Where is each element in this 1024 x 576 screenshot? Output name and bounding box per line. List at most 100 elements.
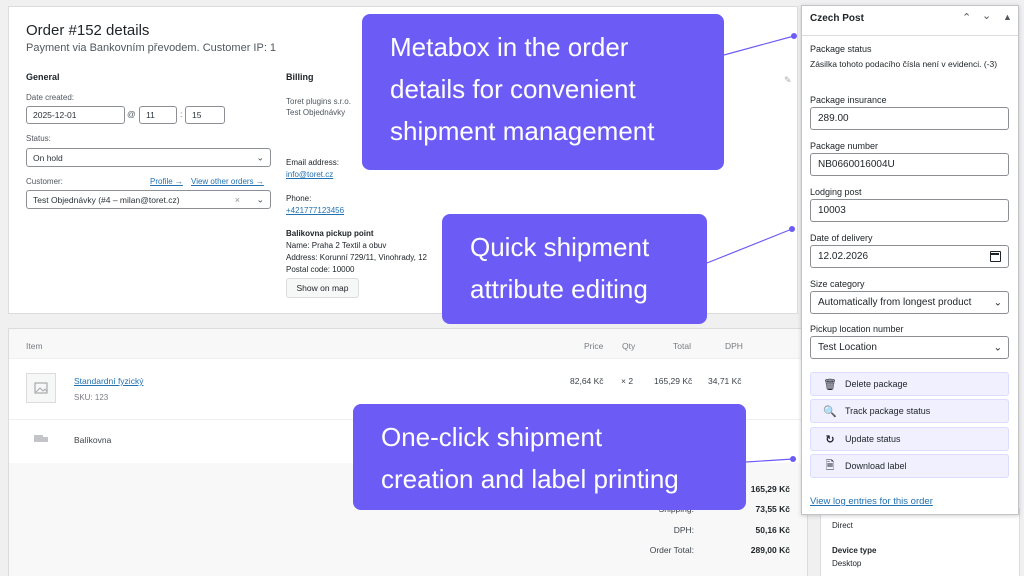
order-subtitle: Payment via Bankovním převodem. Customer… (26, 42, 277, 54)
dph-value: 50,16 Kč (755, 525, 791, 535)
date-created-label: Date created: (26, 93, 75, 102)
product-price: 82,64 Kč (570, 376, 604, 386)
trash-icon: 🗑 (823, 378, 837, 391)
customer-label: Customer: (26, 177, 63, 186)
customer-value: Test Objednávky (#4 – milan@toret.cz) (33, 194, 180, 205)
order-title: Order #152 details (26, 22, 150, 39)
product-dph: 34,71 Kč (708, 376, 742, 386)
chevron-down-icon: ⌄ (256, 152, 264, 162)
phone-label: Phone: (286, 194, 312, 203)
billing-line: Test Objednávky (286, 108, 346, 117)
col-qty: Qty (622, 341, 636, 351)
callout-attribute-editing: Quick shipment attribute editing (442, 214, 707, 324)
product-sku: SKU: 123 (74, 393, 109, 402)
billing-line: Toret plugins s.r.o. (286, 97, 351, 106)
callout-line: shipment management (390, 116, 655, 146)
pickup-name: Name: Praha 2 Textil a obuv (286, 241, 387, 250)
chevron-down-icon: ⌄ (991, 297, 1002, 308)
view-log-link[interactable]: View log entries for this order (810, 496, 933, 507)
update-status-label: Update status (845, 434, 901, 444)
track-package-label: Track package status (845, 406, 931, 416)
device-type-label: Device type (832, 546, 877, 555)
chevron-down-icon: ⌄ (991, 342, 1002, 353)
pickup-location-value: Test Location (818, 342, 877, 353)
pickup-postal: Postal code: 10000 (286, 265, 355, 274)
dph-label: DPH: (673, 525, 694, 535)
date-created-input[interactable]: 2025-12-01 (26, 106, 125, 124)
callout-line: One-click shipment (381, 422, 603, 452)
email-label: Email address: (286, 158, 339, 167)
update-status-button[interactable]: ↻ Update status (810, 427, 1009, 451)
chevron-down-icon: ⌄ (256, 194, 264, 204)
date-of-delivery-value: 12.02.2026 (818, 251, 869, 262)
edit-pencil-icon[interactable]: ✎ (784, 75, 792, 86)
callout-line: attribute editing (470, 274, 648, 304)
date-of-delivery-input[interactable]: 12.02.2026 (810, 245, 1009, 268)
callout-line: Metabox in the order (390, 32, 629, 62)
order-total-value: 289,00 Kč (750, 545, 790, 555)
metabox-title: Czech Post (810, 13, 864, 24)
at-sign: @ (127, 109, 136, 119)
callout-label-printing: One-click shipment creation and label pr… (353, 404, 746, 510)
toggle-panel-icon[interactable]: ▲ (1003, 12, 1012, 22)
delete-package-label: Delete package (845, 379, 908, 389)
package-status-label: Package status (810, 44, 872, 54)
callout-line: Quick shipment (470, 232, 650, 262)
size-category-label: Size category (810, 279, 865, 289)
view-other-orders-link[interactable]: View other orders → (191, 177, 264, 186)
col-item: Item (26, 341, 43, 351)
size-category-select[interactable]: Automatically from longest product ⌄ (810, 291, 1009, 314)
move-up-icon[interactable]: ⌃ (962, 11, 971, 24)
status-select[interactable]: On hold ⌄ (26, 148, 271, 167)
email-link[interactable]: info@toret.cz (286, 170, 333, 179)
download-label-button[interactable]: 🗎 Download label (810, 454, 1009, 478)
order-attribution-panel: Direct Device type Desktop (820, 508, 1020, 576)
shipping-method-name: Balíkovna (74, 435, 112, 445)
callout-metabox: Metabox in the order details for conveni… (362, 14, 724, 170)
package-insurance-label: Package insurance (810, 95, 887, 105)
package-number-label: Package number (810, 141, 879, 151)
device-type-value: Desktop (832, 559, 862, 568)
phone-link[interactable]: +421777123456 (286, 206, 344, 215)
pickup-address: Address: Korunní 729/11, Vinohrady, 12 (286, 253, 427, 262)
calendar-icon[interactable] (990, 251, 1001, 262)
callout-line: details for convenient (390, 74, 636, 104)
col-dph: DPH (725, 341, 743, 351)
minute-input[interactable]: 15 (185, 106, 225, 124)
lodging-post-input[interactable]: 10003 (810, 199, 1009, 222)
time-colon: : (180, 109, 183, 119)
czech-post-metabox: Czech Post ⌃ ⌄ ▲ Package status Zásilka … (801, 5, 1019, 515)
size-category-value: Automatically from longest product (818, 297, 972, 308)
pickup-location-label: Pickup location number (810, 324, 904, 334)
clear-icon[interactable]: × (235, 195, 240, 205)
profile-link[interactable]: Profile → (150, 177, 183, 186)
product-total: 165,29 Kč (654, 376, 693, 386)
order-total-label: Order Total: (649, 545, 694, 555)
track-package-button[interactable]: 🔍 Track package status (810, 399, 1009, 423)
product-qty: × 2 (621, 376, 634, 386)
metabox-divider (802, 35, 1018, 36)
status-value: On hold (33, 152, 63, 163)
hour-input[interactable]: 11 (139, 106, 177, 124)
pickup-location-select[interactable]: Test Location ⌄ (810, 336, 1009, 359)
truck-icon (34, 435, 48, 442)
package-number-input[interactable]: NB0660016004U (810, 153, 1009, 176)
product-thumbnail (26, 373, 56, 403)
callout-line: creation and label printing (381, 464, 679, 494)
billing-heading: Billing (286, 72, 314, 82)
search-icon: 🔍 (823, 405, 837, 418)
pickup-heading: Balikovna pickup point (286, 229, 374, 238)
move-down-icon[interactable]: ⌄ (982, 9, 991, 22)
general-heading: General (26, 72, 60, 82)
lodging-post-label: Lodging post (810, 187, 862, 197)
product-name-link[interactable]: Standardní fyzický (74, 376, 143, 386)
col-price: Price (584, 341, 604, 351)
origin-value: Direct (832, 521, 853, 530)
show-on-map-button[interactable]: Show on map (286, 278, 359, 298)
package-insurance-input[interactable]: 289.00 (810, 107, 1009, 130)
image-placeholder-icon (34, 382, 48, 394)
customer-select[interactable]: Test Objednávky (#4 – milan@toret.cz) × … (26, 190, 271, 209)
delete-package-button[interactable]: 🗑 Delete package (810, 372, 1009, 396)
items-header: Item Price Qty Total DPH (9, 329, 807, 359)
date-of-delivery-label: Date of delivery (810, 233, 873, 243)
